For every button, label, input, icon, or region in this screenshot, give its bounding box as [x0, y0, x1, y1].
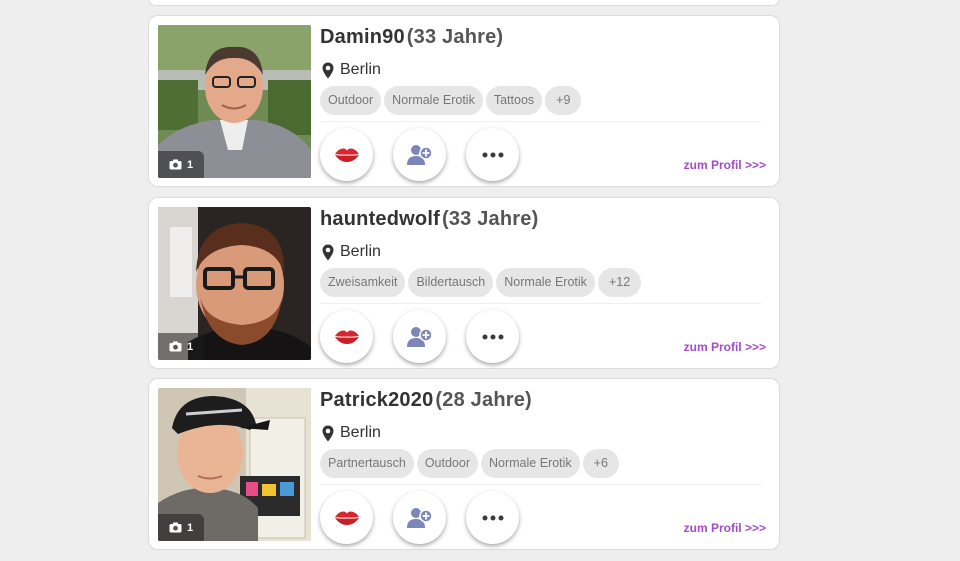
profile-username[interactable]: Patrick2020 [320, 389, 433, 411]
add-friend-icon [406, 144, 433, 165]
action-buttons [320, 491, 519, 544]
kiss-button[interactable] [320, 491, 373, 544]
view-profile-link[interactable]: zum Profil >>> [684, 521, 766, 535]
camera-icon [169, 522, 182, 533]
add-friend-button[interactable] [393, 128, 446, 181]
card-divider [320, 484, 761, 485]
lips-icon [334, 329, 359, 344]
profile-username[interactable]: hauntedwolf [320, 208, 440, 230]
kiss-button[interactable] [320, 310, 373, 363]
photo-count-badge: 1 [158, 514, 204, 541]
profile-age: (28 Jahre) [435, 389, 532, 411]
profile-location: Berlin [322, 242, 381, 262]
map-pin-icon [322, 425, 334, 441]
profile-photo[interactable]: 1 [158, 207, 311, 360]
more-tags-badge[interactable]: +9 [545, 86, 582, 115]
profile-username[interactable]: Damin90 [320, 26, 405, 48]
interest-tag[interactable]: Tattoos [485, 86, 543, 115]
more-tags-badge[interactable]: +12 [597, 268, 642, 297]
lips-icon [334, 510, 359, 525]
profile-photo[interactable]: 1 [158, 388, 311, 541]
camera-icon [169, 159, 182, 170]
photo-count: 1 [186, 340, 194, 353]
location-text: Berlin [340, 61, 381, 78]
more-dots-icon [482, 334, 503, 339]
view-profile-link[interactable]: zum Profil >>> [684, 340, 766, 354]
view-profile-link[interactable]: zum Profil >>> [684, 158, 766, 172]
profile-photo[interactable]: 1 [158, 25, 311, 178]
location-text: Berlin [340, 243, 381, 260]
interest-tag[interactable]: Bildertausch [408, 268, 494, 297]
add-friend-button[interactable] [393, 491, 446, 544]
kiss-button[interactable] [320, 128, 373, 181]
photo-count-badge: 1 [158, 333, 204, 360]
more-dots-icon [482, 152, 503, 157]
more-options-button[interactable] [466, 310, 519, 363]
card-divider [320, 303, 761, 304]
action-buttons [320, 310, 519, 363]
interest-tag[interactable]: Normale Erotik [481, 449, 580, 478]
photo-count: 1 [186, 521, 194, 534]
more-options-button[interactable] [466, 491, 519, 544]
more-dots-icon [482, 515, 503, 520]
profile-name-line: Patrick2020 (28 Jahre) [320, 389, 532, 412]
interest-tag[interactable]: Outdoor [416, 449, 478, 478]
add-friend-icon [406, 326, 433, 347]
map-pin-icon [322, 244, 334, 260]
action-buttons [320, 128, 519, 181]
profile-location: Berlin [322, 423, 381, 443]
more-tags-badge[interactable]: +6 [582, 449, 619, 478]
interest-tags: Zweisamkeit Bildertausch Normale Erotik … [320, 268, 642, 297]
photo-count-badge: 1 [158, 151, 204, 178]
interest-tag[interactable]: Zweisamkeit [320, 268, 406, 297]
card-divider [320, 121, 761, 122]
profile-card: 1 Damin90 (33 Jahre) Berlin Outdoor Norma… [148, 15, 780, 187]
profile-card: 1 hauntedwolf (33 Jahre) Berlin Zweisamke… [148, 197, 780, 369]
photo-count: 1 [186, 158, 194, 171]
profile-name-line: Damin90 (33 Jahre) [320, 26, 503, 49]
add-friend-icon [406, 507, 433, 528]
camera-icon [169, 341, 182, 352]
add-friend-button[interactable] [393, 310, 446, 363]
profile-age: (33 Jahre) [406, 26, 504, 48]
more-options-button[interactable] [466, 128, 519, 181]
lips-icon [334, 147, 359, 162]
previous-profile-card [148, 0, 780, 6]
interest-tag[interactable]: Partnertausch [320, 449, 414, 478]
profile-age: (33 Jahre) [441, 208, 539, 230]
interest-tag[interactable]: Outdoor [320, 86, 382, 115]
interest-tag[interactable]: Normale Erotik [384, 86, 483, 115]
interest-tags: Partnertausch Outdoor Normale Erotik +6 [320, 449, 619, 478]
interest-tags: Outdoor Normale Erotik Tattoos +9 [320, 86, 582, 115]
profile-name-line: hauntedwolf (33 Jahre) [320, 208, 538, 231]
map-pin-icon [322, 62, 334, 78]
interest-tag[interactable]: Normale Erotik [496, 268, 595, 297]
profile-location: Berlin [322, 60, 381, 80]
location-text: Berlin [340, 424, 381, 441]
profile-card: 1 Patrick2020 (28 Jahre) Berlin Partnerta… [148, 378, 780, 550]
